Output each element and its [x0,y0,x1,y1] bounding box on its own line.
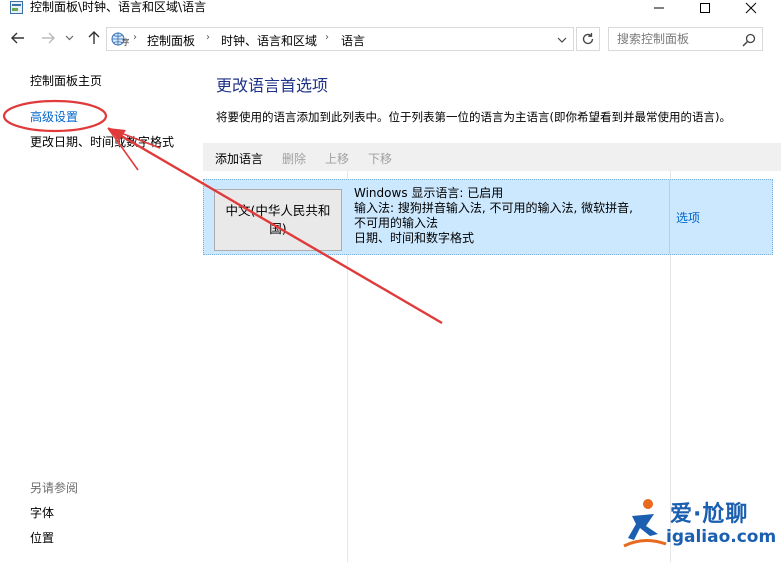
back-button[interactable] [8,28,28,48]
language-row[interactable]: 中文(中华人民共和国) Windows 显示语言: 已启用 输入法: 搜狗拼音输… [203,179,773,255]
remove-language-button[interactable]: 删除 [282,150,306,167]
breadcrumb-control-panel[interactable]: 控制面板 [147,32,195,49]
page-description: 将要使用的语言添加到此列表中。位于列表第一位的语言为主语言(即你希望看到并最常使… [216,110,731,124]
control-panel-icon [10,1,23,14]
breadcrumb-language[interactable]: 语言 [341,32,365,49]
location-link[interactable]: 位置 [30,529,54,546]
watermark-brand: 爱·尬聊 [670,502,749,527]
page-title: 更改语言首选项 [216,76,329,95]
advanced-settings-link[interactable]: 高级设置 [30,108,78,125]
breadcrumb-separator: › [325,32,329,43]
breadcrumb-separator: › [206,32,210,43]
breadcrumb-clock-language-region[interactable]: 时钟、语言和区域 [221,32,317,49]
navigation-bar: 字 › 控制面板 › 时钟、语言和区域 › 语言 [0,24,781,54]
input-methods-line-continued: 不可用的输入法 [354,216,439,230]
control-panel-home-link[interactable]: 控制面板主页 [30,72,102,89]
move-down-button[interactable]: 下移 [368,150,392,167]
input-methods-line: 输入法: 搜狗拼音输入法, 不可用的输入法, 微软拼音, [354,201,633,215]
fonts-link[interactable]: 字体 [30,504,54,521]
minimize-button[interactable] [636,0,682,16]
see-also-heading: 另请参阅 [30,481,79,495]
up-button[interactable] [84,28,104,48]
date-time-number-format: 日期、时间和数字格式 [354,231,475,245]
watermark-logo-icon [623,499,667,548]
language-toolbar: 添加语言 删除 上移 下移 [203,143,781,171]
refresh-button[interactable] [576,27,600,51]
language-options-link[interactable]: 选项 [676,209,700,226]
recent-locations-chevron-icon[interactable] [62,28,76,48]
svg-text:字: 字 [122,37,129,47]
address-bar[interactable]: 字 › 控制面板 › 时钟、语言和区域 › 语言 [106,27,574,51]
breadcrumb-separator: › [133,32,137,43]
move-up-button[interactable]: 上移 [325,150,349,167]
watermark-url: igaliao.com [666,527,777,547]
row-divider [669,180,670,254]
title-bar: 控制面板\时钟、语言和区域\语言 [0,0,781,16]
display-language-status: Windows 显示语言: 已启用 [354,186,504,200]
search-icon[interactable] [741,32,757,48]
maximize-button[interactable] [682,0,728,16]
address-dropdown-chevron-icon[interactable] [553,32,571,48]
close-button[interactable] [728,0,774,16]
add-language-button[interactable]: 添加语言 [215,150,263,167]
language-tile[interactable]: 中文(中华人民共和国) [214,189,342,251]
language-globe-icon: 字 [111,31,130,47]
search-input[interactable] [617,31,737,47]
search-box[interactable] [608,27,763,51]
language-details: Windows 显示语言: 已启用 输入法: 搜狗拼音输入法, 不可用的输入法,… [354,186,669,246]
forward-button[interactable] [38,28,58,48]
watermark: 爱·尬聊 igaliao.com [620,494,780,556]
window-title: 控制面板\时钟、语言和区域\语言 [30,0,207,14]
change-date-time-format-link[interactable]: 更改日期、时间或数字格式 [30,133,174,150]
